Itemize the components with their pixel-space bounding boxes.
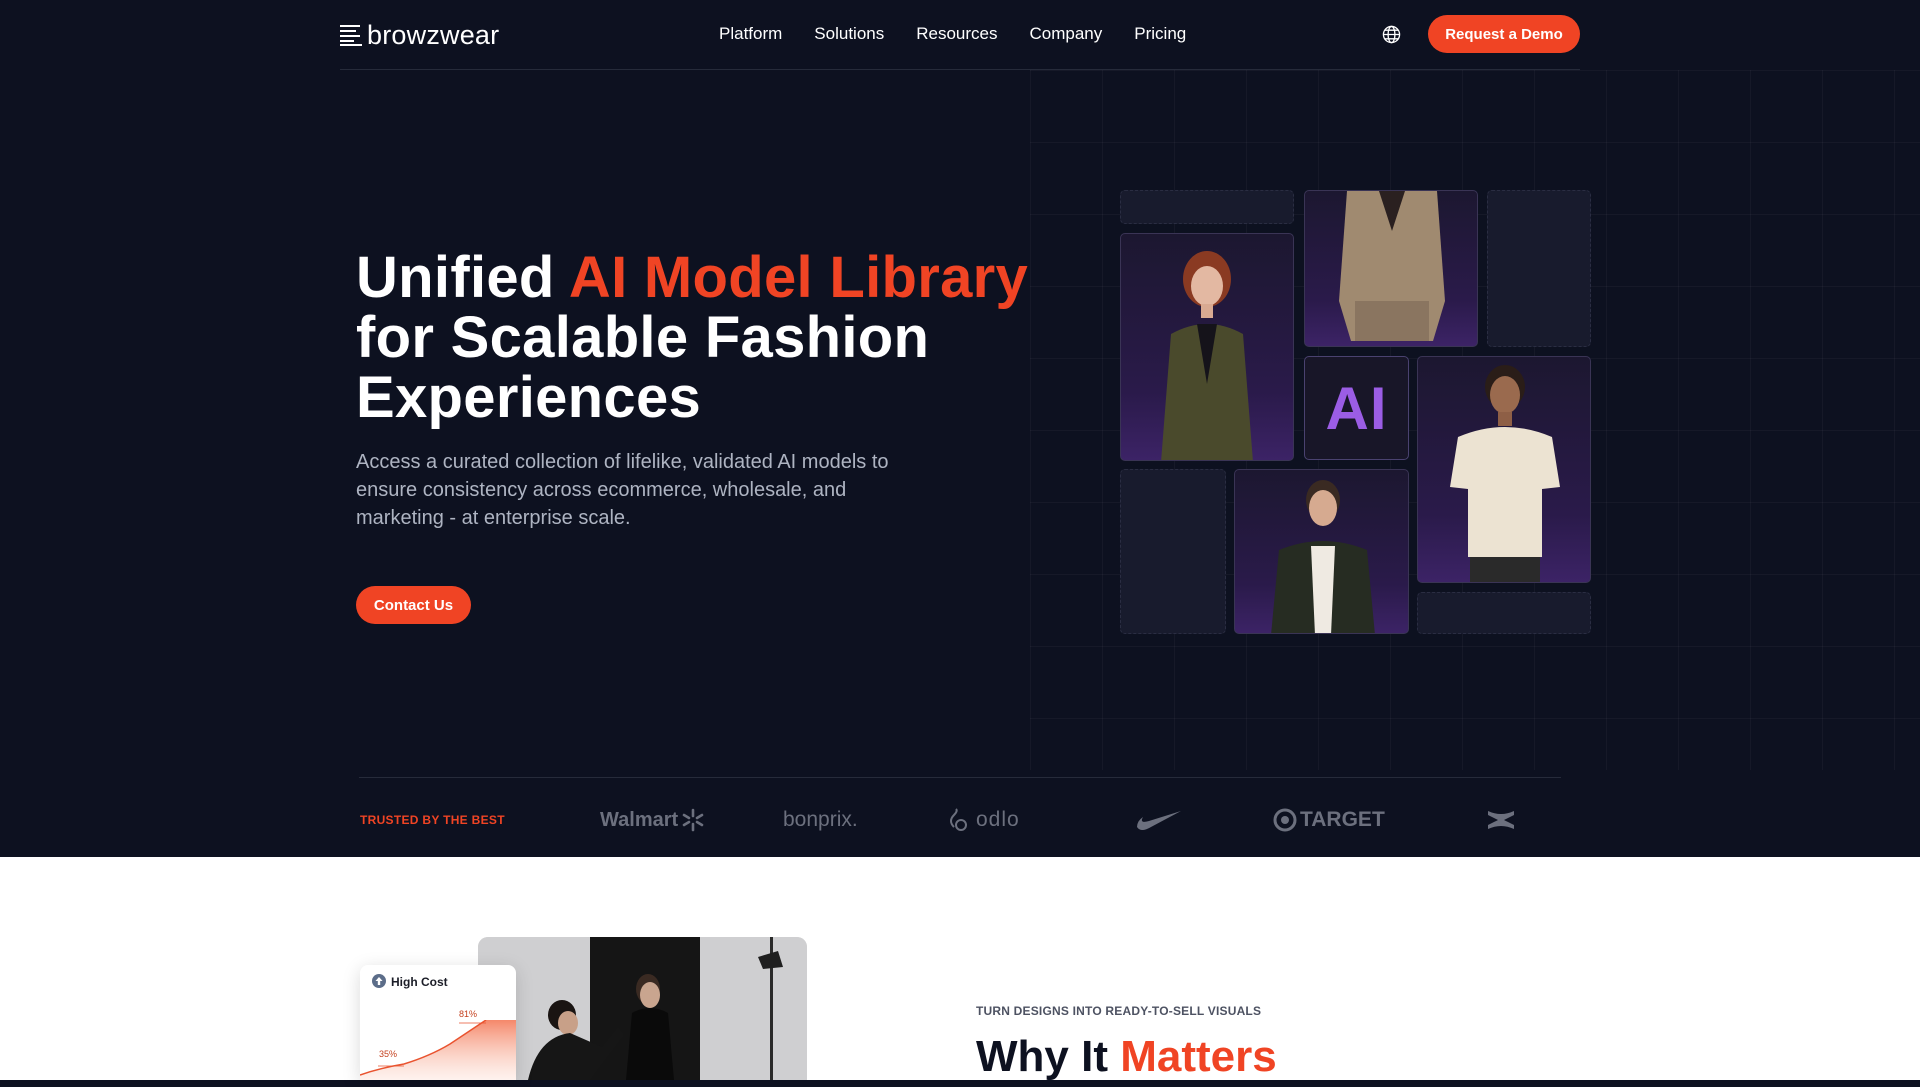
logo-text: browzwear	[367, 19, 500, 50]
trusted-label: TRUSTED BY THE BEST	[360, 813, 505, 827]
brand-walmart: Walmart	[600, 808, 679, 831]
nike-swoosh-icon	[1137, 811, 1181, 830]
model-photo-woman-jacket	[1120, 233, 1294, 461]
model-photo-blazer	[1304, 190, 1478, 347]
section-kicker: TURN DESIGNS INTO READY-TO-SELL VISUALS	[976, 1004, 1262, 1018]
arrow-up-icon	[372, 974, 386, 988]
brand-walmart-logo: Walmart	[600, 802, 705, 838]
collage-empty-tile	[1120, 469, 1226, 634]
hero-subtitle: Access a curated collection of lifelike,…	[356, 451, 889, 529]
hero-title-post: for Scalable Fashion Experiences	[356, 305, 930, 430]
target-bullseye-icon	[1273, 808, 1297, 832]
hero-section: browzwear Platform Solutions Resources C…	[0, 0, 1920, 857]
collage-empty-tile	[1487, 190, 1591, 347]
brand-bonprix: bonprix.	[783, 808, 858, 831]
model-figure	[1161, 251, 1253, 460]
under-armour-icon	[1488, 811, 1514, 829]
card-title: High Cost	[391, 975, 448, 989]
collage-empty-tile	[1120, 190, 1294, 224]
model-figure	[1271, 480, 1375, 633]
divider	[359, 777, 1561, 778]
request-demo-button[interactable]: Request a Demo	[1428, 15, 1580, 53]
ai-tile: AI	[1304, 356, 1409, 460]
contact-us-button[interactable]: Contact Us	[356, 586, 471, 624]
nav-platform[interactable]: Platform	[719, 24, 782, 44]
studio-photo-image	[478, 937, 807, 1080]
site-header: browzwear Platform Solutions Resources C…	[340, 0, 1580, 70]
model-figure	[1450, 365, 1560, 582]
hero-title-pre: Unified	[356, 245, 569, 310]
cost-trend-chart	[360, 1020, 516, 1080]
walmart-spark-icon	[682, 808, 704, 832]
model-figure	[1339, 191, 1445, 341]
section-title-accent: Matters	[1120, 1032, 1277, 1081]
globe-icon[interactable]	[1382, 25, 1401, 44]
why-it-matters-section: High Cost 81% 35% TURN DESIGNS INTO READ…	[0, 857, 1920, 1081]
odlo-mark-icon	[950, 808, 967, 831]
nav-resources[interactable]: Resources	[916, 24, 997, 44]
logo[interactable]: browzwear	[340, 20, 499, 50]
studio-photo	[478, 937, 807, 1080]
collage-empty-tile	[1417, 592, 1591, 634]
nav-company[interactable]: Company	[1030, 24, 1103, 44]
section-title-pre: Why It	[976, 1032, 1121, 1081]
high-cost-card: High Cost 81% 35%	[360, 965, 516, 1080]
card-value-high: 81%	[459, 1009, 478, 1019]
model-photo-plaid-jacket	[1234, 469, 1409, 634]
brand-odlo: odlo	[976, 808, 1020, 831]
hero-title: Unified AI Model Library for Scalable Fa…	[356, 248, 1036, 428]
ai-label: AI	[1325, 374, 1388, 442]
brand-odlo-logo: odlo	[946, 802, 1020, 838]
nav-pricing[interactable]: Pricing	[1134, 24, 1186, 44]
model-photo-tshirt	[1417, 356, 1591, 583]
brand-nike-logo	[1135, 802, 1183, 838]
brand-target: TARGET	[1300, 808, 1385, 831]
brand-under-armour-logo	[1480, 802, 1522, 838]
nav-solutions[interactable]: Solutions	[814, 24, 884, 44]
main-nav: Platform Solutions Resources Company Pri…	[719, 24, 1218, 44]
section-title: Why It Matters	[976, 1027, 1277, 1087]
brand-target-logo: TARGET	[1273, 802, 1385, 838]
logo-icon	[340, 25, 362, 46]
hero-title-accent: AI Model Library	[568, 245, 1029, 310]
